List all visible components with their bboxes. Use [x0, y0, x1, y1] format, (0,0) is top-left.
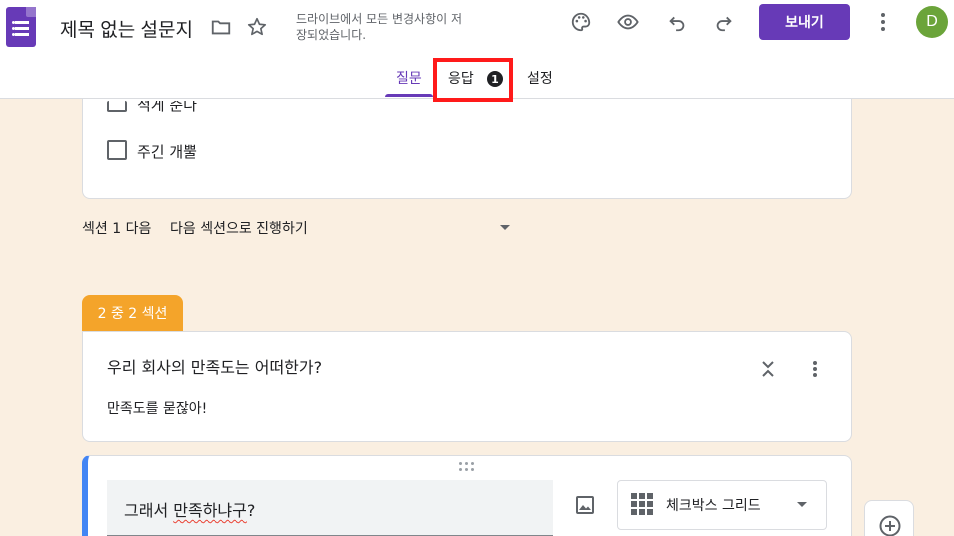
- save-status: 드라이브에서 모든 변경사항이 저장되었습니다.: [296, 12, 463, 42]
- section-more-icon[interactable]: [799, 353, 831, 385]
- tab-responses[interactable]: 응답: [448, 68, 474, 88]
- undo-icon[interactable]: [661, 6, 693, 38]
- tab-questions[interactable]: 질문: [396, 68, 422, 88]
- star-icon[interactable]: [241, 11, 273, 43]
- redo-icon[interactable]: [708, 6, 740, 38]
- chevron-down-icon[interactable]: [797, 502, 807, 507]
- form-title[interactable]: 제목 없는 설문지: [60, 15, 193, 42]
- send-button[interactable]: 보내기: [759, 4, 850, 40]
- question-type-label: 체크박스 그리드: [666, 498, 761, 514]
- dropdown-arrow-icon[interactable]: [500, 225, 510, 230]
- section-navigation-select[interactable]: 다음 섹션으로 진행하기: [170, 218, 308, 238]
- option-checkbox[interactable]: [107, 140, 127, 160]
- add-image-icon[interactable]: [569, 489, 601, 521]
- forms-logo-icon[interactable]: [6, 7, 36, 47]
- section2-header-card[interactable]: [82, 331, 852, 442]
- form-tabs: 질문 응답 설정: [0, 60, 954, 98]
- drag-handle-icon[interactable]: [459, 462, 477, 472]
- folder-icon[interactable]: [205, 11, 237, 43]
- section-after-label: 섹션 1 다음: [82, 221, 152, 237]
- section-tag: 2 중 2 섹션: [82, 295, 183, 331]
- collapse-section-icon[interactable]: [752, 353, 784, 385]
- app-header: 제목 없는 설문지 드라이브에서 모든 변경사항이 저장되었습니다. 보내기 D…: [0, 0, 954, 99]
- tab-settings[interactable]: 설정: [527, 68, 553, 88]
- add-question-icon[interactable]: [874, 510, 906, 536]
- account-avatar[interactable]: D: [916, 6, 948, 38]
- checkbox-grid-icon: [631, 493, 653, 515]
- active-tab-indicator: [385, 94, 433, 97]
- section1-question-card: [82, 86, 852, 199]
- option-checkbox[interactable]: [107, 101, 127, 112]
- preview-eye-icon[interactable]: [612, 6, 644, 38]
- responses-count-badge: 1: [487, 71, 503, 87]
- more-vert-icon[interactable]: [867, 6, 899, 38]
- palette-icon[interactable]: [565, 6, 597, 38]
- section-title[interactable]: 우리 회사의 만족도는 어떠한가?: [107, 354, 322, 378]
- option-label: 주긴 개뿔: [137, 143, 197, 161]
- section-description[interactable]: 만족도를 묻잖아!: [107, 398, 207, 418]
- question-title-text[interactable]: 그래서 만족하냐구?: [124, 497, 255, 521]
- floating-toolbar: [864, 500, 914, 536]
